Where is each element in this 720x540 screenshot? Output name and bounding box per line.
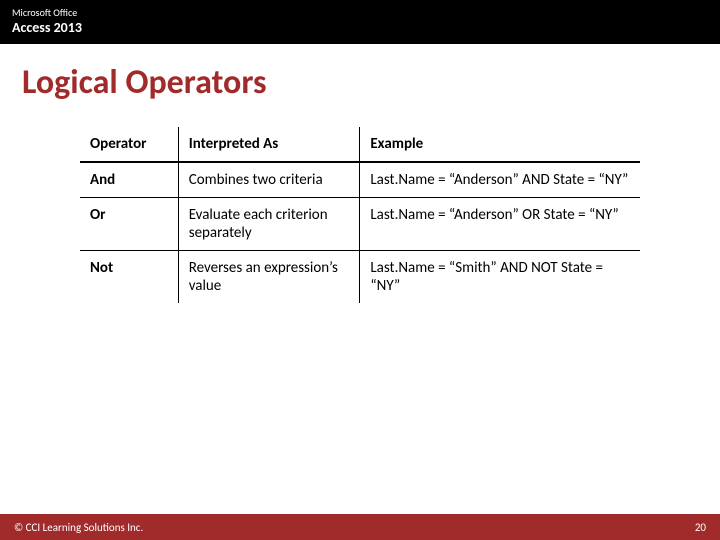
table-row: Or Evaluate each criterion separately La… <box>80 198 640 251</box>
cell-interpreted: Combines two criteria <box>178 162 360 198</box>
cell-example: Last.Name = “Anderson” AND State = “NY” <box>360 162 640 198</box>
table-row: Not Reverses an expression’s value Last.… <box>80 251 640 304</box>
page-title: Logical Operators <box>22 62 720 103</box>
cell-example: Last.Name = “Anderson” OR State = “NY” <box>360 198 640 251</box>
cell-operator: And <box>80 162 178 198</box>
table-header-row: Operator Interpreted As Example <box>80 127 640 162</box>
col-operator: Operator <box>80 127 178 162</box>
header-bar: Microsoft Office Access 2013 <box>0 0 720 44</box>
page-number: 20 <box>695 521 706 534</box>
cell-operator: Or <box>80 198 178 251</box>
col-interpreted: Interpreted As <box>178 127 360 162</box>
copyright-label: © CCI Learning Solutions Inc. <box>14 521 143 534</box>
table-row: And Combines two criteria Last.Name = “A… <box>80 162 640 198</box>
cell-interpreted: Reverses an expression’s value <box>178 251 360 304</box>
footer-bar: © CCI Learning Solutions Inc. 20 <box>0 514 720 540</box>
cell-interpreted: Evaluate each criterion separately <box>178 198 360 251</box>
cell-example: Last.Name = “Smith” AND NOT State = “NY” <box>360 251 640 304</box>
col-example: Example <box>360 127 640 162</box>
cell-operator: Not <box>80 251 178 304</box>
brand-label: Microsoft Office <box>12 6 708 19</box>
operators-table: Operator Interpreted As Example And Comb… <box>80 127 640 303</box>
product-label: Access 2013 <box>12 19 708 36</box>
